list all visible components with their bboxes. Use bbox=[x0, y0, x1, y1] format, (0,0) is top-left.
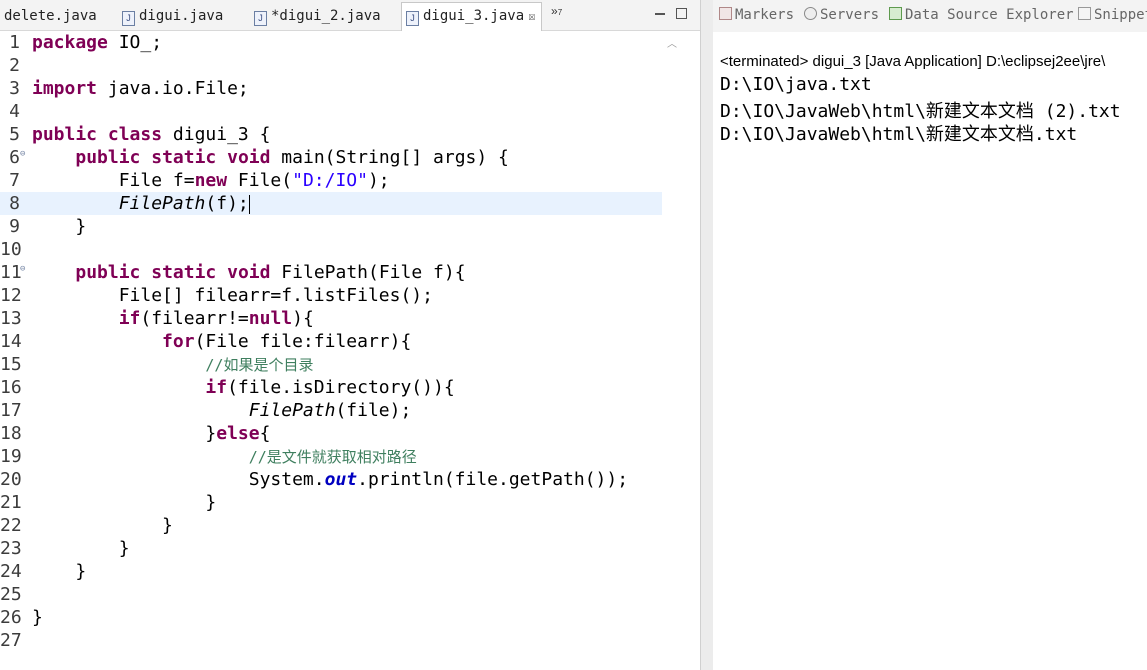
editor-pane: delete.java Jdigui.java J *digui_2.java J… bbox=[0, 0, 700, 670]
java-file-icon: J bbox=[122, 11, 135, 26]
java-file-icon: J bbox=[406, 11, 419, 26]
line-number: 10 bbox=[0, 239, 22, 260]
code-line: 20 System.out.println(file.getPath()); bbox=[0, 469, 629, 490]
console-tab-bar: Markers Servers Data Source Explorer Sni… bbox=[713, 0, 1147, 32]
line-number: 22 bbox=[0, 515, 22, 536]
pane-divider[interactable] bbox=[700, 0, 714, 670]
console-pane: Markers Servers Data Source Explorer Sni… bbox=[713, 0, 1147, 670]
code-line: 15 //如果是个目录 bbox=[0, 354, 314, 375]
code-line: 21 } bbox=[0, 492, 217, 513]
tab-digui-java[interactable]: Jdigui.java bbox=[122, 3, 223, 29]
java-file-icon: J bbox=[254, 11, 267, 26]
code-area[interactable]: 1 package IO_; 2 3 import java.io.File; 4 … bbox=[0, 31, 662, 670]
line-number: 23 bbox=[0, 538, 22, 559]
line-number: 24 bbox=[0, 561, 22, 582]
code-line: 4 bbox=[0, 100, 662, 123]
code-line: 25 bbox=[0, 583, 662, 606]
line-number: 6 bbox=[9, 147, 20, 168]
line-number: 12 bbox=[0, 285, 22, 306]
data-source-explorer-icon bbox=[889, 7, 902, 20]
code-line: 12 File[] filearr=f.listFiles(); bbox=[0, 285, 433, 306]
close-icon[interactable]: ☒ bbox=[528, 9, 535, 23]
line-number: 13 bbox=[0, 308, 22, 329]
code-line: 16 if(file.isDirectory()){ bbox=[0, 377, 455, 398]
tab-markers[interactable]: Markers bbox=[719, 7, 794, 23]
console-terminated-line: <terminated> digui_3 [Java Application] … bbox=[720, 53, 1106, 70]
code-line: 3 import java.io.File; bbox=[0, 77, 662, 100]
tab-label: Snippets bbox=[1094, 7, 1147, 23]
code-line: 18 }else{ bbox=[0, 423, 271, 444]
tab-label: delete.java bbox=[4, 8, 97, 24]
code-line: 27 bbox=[0, 629, 662, 652]
tab-label: digui_3.java bbox=[423, 8, 525, 24]
tab-label: Markers bbox=[735, 7, 795, 23]
code-line: 14 for(File file:filearr){ bbox=[0, 331, 412, 352]
code-line: 22 } bbox=[0, 515, 173, 536]
fold-collapse-icon[interactable]: ⊖ bbox=[20, 258, 25, 281]
chevron-double-right-icon: » bbox=[551, 4, 558, 18]
tab-delete-java[interactable]: delete.java bbox=[4, 3, 97, 29]
code-line: 9 } bbox=[0, 215, 662, 238]
line-number: 20 bbox=[0, 469, 22, 490]
tab-label: Servers bbox=[820, 7, 880, 23]
tab-digui-3-java[interactable]: Jdigui_3.java ☒ bbox=[401, 2, 543, 31]
code-line-current: 8 FilePath(f); bbox=[0, 192, 662, 215]
code-line: 1 package IO_; bbox=[0, 31, 662, 54]
code-line: 2 bbox=[0, 54, 662, 77]
editor-scrollbar[interactable]: ︿ bbox=[662, 31, 700, 670]
code-line: 26} bbox=[0, 607, 43, 628]
tab-data-source-explorer[interactable]: Data Source Explorer bbox=[889, 7, 1074, 23]
scroll-up-icon[interactable]: ︿ bbox=[667, 35, 677, 50]
line-number: 15 bbox=[0, 354, 22, 375]
code-line: 7 File f=new File("D:/IO"); bbox=[0, 169, 662, 192]
line-number: 16 bbox=[0, 377, 22, 398]
line-number: 26 bbox=[0, 607, 22, 628]
line-number: 2 bbox=[9, 55, 20, 76]
fold-collapse-icon[interactable]: ⊖ bbox=[20, 143, 25, 166]
line-number: 27 bbox=[0, 630, 22, 651]
code-line: 13 if(filearr!=null){ bbox=[0, 308, 314, 329]
tab-digui-2-java[interactable]: J *digui_2.java bbox=[254, 3, 381, 29]
code-line: 24 } bbox=[0, 561, 87, 582]
tab-servers[interactable]: Servers bbox=[804, 7, 879, 23]
code-line: 11 ⊖ public static void FilePath(File f){ bbox=[0, 261, 662, 284]
code-line: 5 public class digui_3 { bbox=[0, 123, 662, 146]
line-number: 19 bbox=[0, 446, 22, 467]
line-number: 7 bbox=[9, 170, 20, 191]
line-number: 14 bbox=[0, 331, 22, 352]
line-number: 9 bbox=[9, 216, 20, 237]
line-number: 25 bbox=[0, 584, 22, 605]
line-number: 4 bbox=[9, 101, 20, 122]
line-number: 5 bbox=[9, 124, 20, 145]
line-number: 11 bbox=[0, 262, 22, 283]
snippets-icon bbox=[1078, 7, 1091, 20]
tab-label: Data Source Explorer bbox=[905, 7, 1074, 23]
editor-tab-bar: delete.java Jdigui.java J *digui_2.java J… bbox=[0, 0, 700, 31]
maximize-icon[interactable] bbox=[676, 8, 687, 19]
line-number: 17 bbox=[0, 400, 22, 421]
code-line: 17 FilePath(file); bbox=[0, 400, 412, 421]
console-output-line: D:\IO\JavaWeb\html\新建文本文档.txt bbox=[720, 124, 1078, 145]
code-line: 10 bbox=[0, 238, 662, 261]
line-number: 1 bbox=[9, 32, 20, 53]
tab-label: digui.java bbox=[139, 8, 224, 24]
line-number: 18 bbox=[0, 423, 22, 444]
code-line: 23 } bbox=[0, 538, 130, 559]
code-line: 19 //是文件就获取相对路径 bbox=[0, 446, 417, 467]
text-caret bbox=[248, 194, 250, 214]
line-number: 8 bbox=[9, 193, 20, 214]
servers-icon bbox=[804, 7, 817, 20]
code-line: 6 ⊖ public static void main(String[] args… bbox=[0, 146, 662, 169]
line-number: 3 bbox=[9, 78, 20, 99]
markers-icon bbox=[719, 7, 732, 20]
overflow-count: 7 bbox=[557, 8, 563, 17]
minimize-icon[interactable] bbox=[655, 13, 665, 15]
tab-overflow-button[interactable]: »7 bbox=[551, 4, 562, 18]
console-output-line: D:\IO\java.txt bbox=[720, 74, 872, 95]
tab-snippets[interactable]: Snippets bbox=[1078, 7, 1147, 23]
line-number: 21 bbox=[0, 492, 22, 513]
tab-label: *digui_2.java bbox=[271, 8, 381, 24]
